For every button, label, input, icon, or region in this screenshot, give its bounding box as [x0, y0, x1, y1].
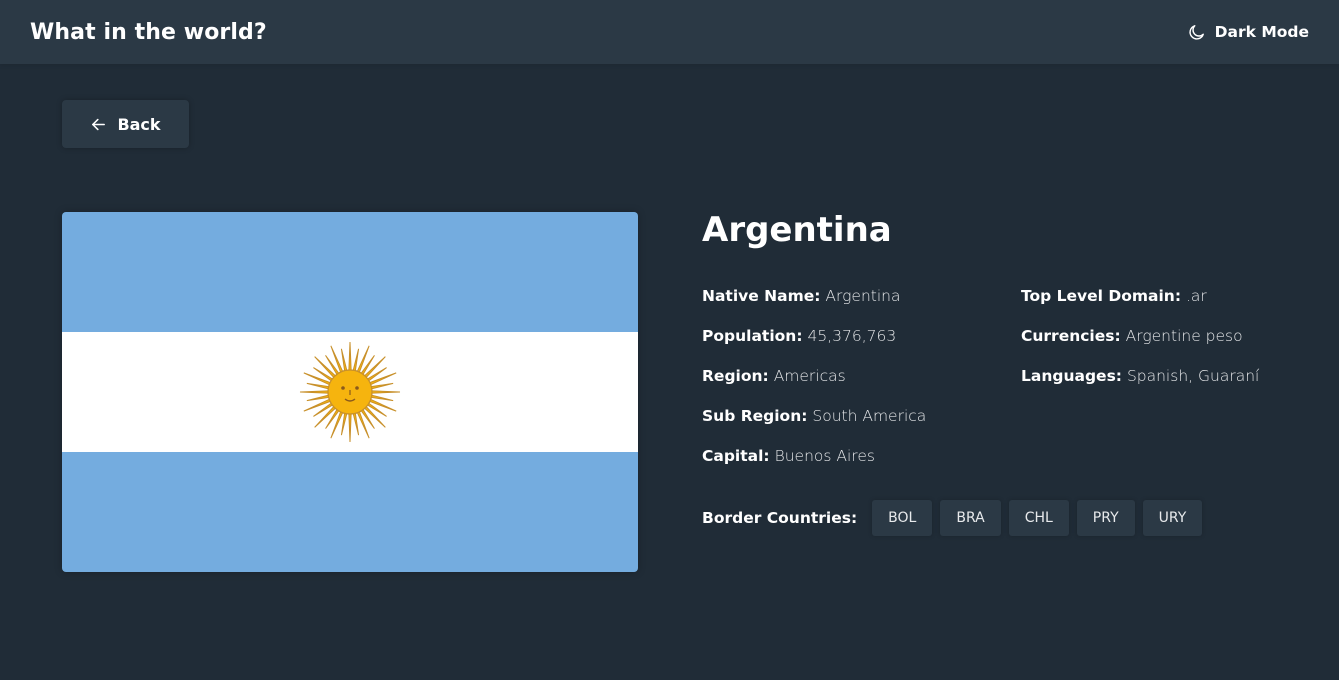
detail-capital: Capital: Buenos Aires	[702, 446, 926, 486]
country-flag	[62, 212, 638, 572]
argentina-flag	[62, 212, 638, 572]
dark-mode-label: Dark Mode	[1214, 23, 1309, 41]
border-country-button[interactable]: BRA	[940, 500, 1001, 536]
detail-label: Languages:	[1021, 367, 1122, 385]
detail-value: Buenos Aires	[774, 447, 875, 465]
detail-label: Currencies:	[1021, 327, 1121, 345]
dark-mode-toggle[interactable]: Dark Mode	[1187, 23, 1309, 42]
details-right: Top Level Domain: .ar Currencies: Argent…	[1021, 286, 1259, 406]
detail-label: Capital:	[702, 447, 770, 465]
detail-label: Native Name:	[702, 287, 821, 305]
back-button[interactable]: Back	[62, 100, 189, 148]
arrow-left-icon	[90, 116, 107, 133]
detail-value: .ar	[1185, 287, 1207, 305]
detail-value: Spanish, Guaraní	[1126, 367, 1260, 385]
app-title: What in the world?	[30, 19, 267, 45]
border-countries: Border Countries: BOL BRA CHL PRY URY	[702, 500, 1210, 536]
detail-region: Region: Americas	[702, 366, 926, 406]
country-name: Argentina	[702, 210, 892, 250]
border-countries-label: Border Countries:	[702, 509, 858, 527]
moon-icon	[1187, 23, 1206, 42]
detail-top-level-domain: Top Level Domain: .ar	[1021, 286, 1259, 326]
detail-label: Top Level Domain:	[1021, 287, 1182, 305]
border-country-button[interactable]: BOL	[872, 500, 933, 536]
detail-currencies: Currencies: Argentine peso	[1021, 326, 1259, 366]
border-country-button[interactable]: URY	[1142, 500, 1203, 536]
detail-languages: Languages: Spanish, Guaraní	[1021, 366, 1259, 406]
border-country-button[interactable]: CHL	[1008, 500, 1069, 536]
app-header: What in the world? Dark Mode	[0, 0, 1339, 64]
back-label: Back	[117, 114, 161, 134]
detail-value: South America	[812, 407, 927, 425]
detail-value: 45,376,763	[807, 327, 897, 345]
detail-label: Region:	[702, 367, 769, 385]
detail-value: Americas	[773, 367, 846, 385]
details-left: Native Name: Argentina Population: 45,37…	[702, 286, 926, 486]
border-country-button[interactable]: PRY	[1076, 500, 1135, 536]
detail-native-name: Native Name: Argentina	[702, 286, 926, 326]
detail-label: Sub Region:	[702, 407, 808, 425]
detail-population: Population: 45,376,763	[702, 326, 926, 366]
detail-label: Population:	[702, 327, 803, 345]
detail-sub-region: Sub Region: South America	[702, 406, 926, 446]
detail-value: Argentina	[825, 287, 901, 305]
detail-value: Argentine peso	[1125, 327, 1243, 345]
